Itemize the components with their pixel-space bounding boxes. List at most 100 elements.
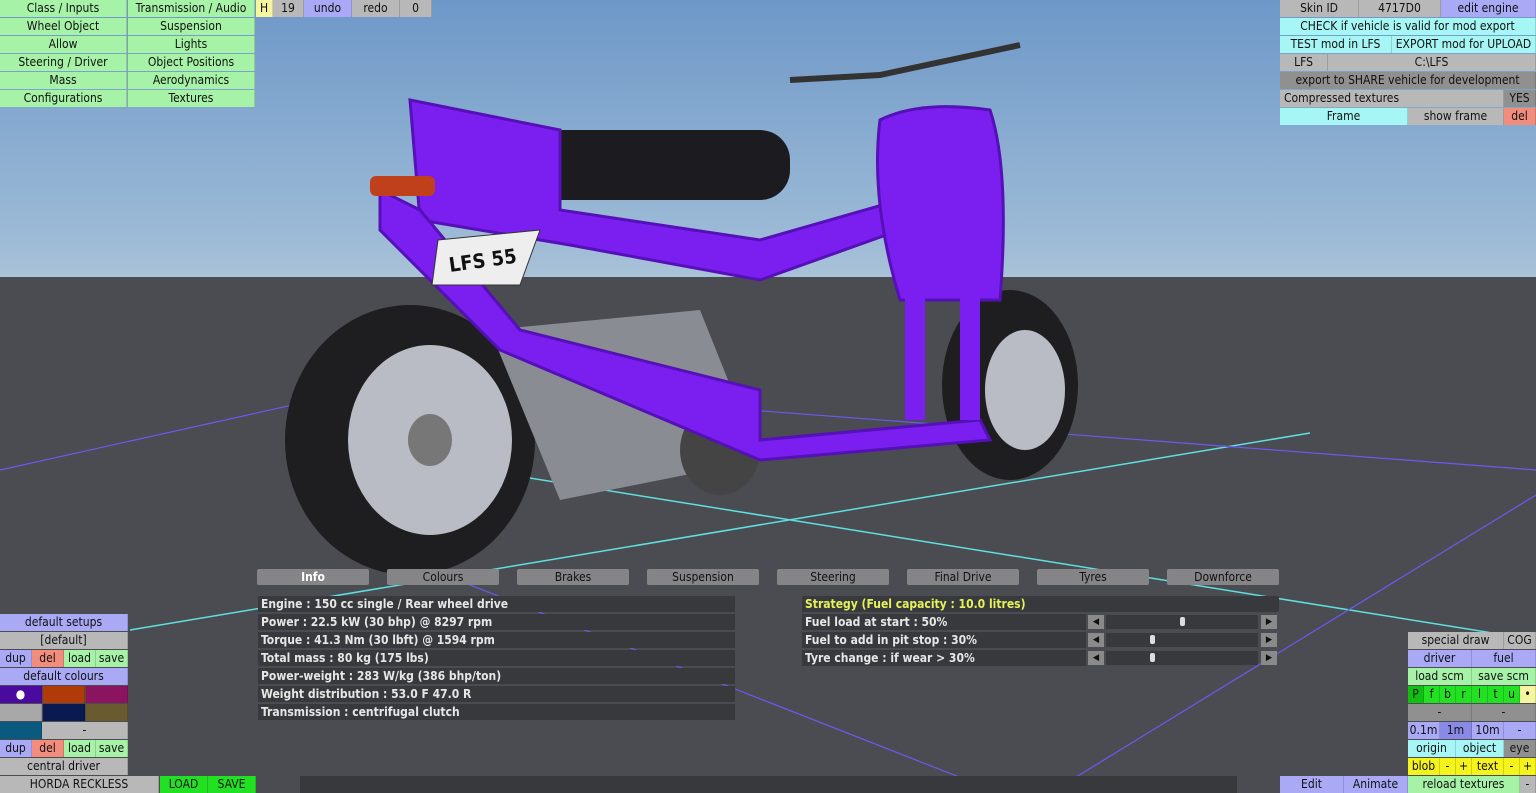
menu-item[interactable]: Configurations xyxy=(0,90,127,107)
origin-button[interactable]: origin xyxy=(1408,740,1456,757)
tab-colours[interactable]: Colours xyxy=(387,569,499,585)
scale-button[interactable]: 10m xyxy=(1472,722,1504,739)
edit-button[interactable]: Edit xyxy=(1280,776,1344,793)
special-draw-button[interactable]: special draw xyxy=(1408,632,1504,649)
dash-right[interactable]: - xyxy=(1472,704,1536,721)
setup-name[interactable]: [default] xyxy=(0,632,128,649)
fuel-button[interactable]: fuel xyxy=(1472,650,1536,667)
text-plus-button[interactable]: + xyxy=(1520,758,1536,775)
del-setup-button[interactable]: del xyxy=(32,650,64,667)
slider-knob[interactable] xyxy=(1180,617,1185,626)
menu-item[interactable]: Suspension xyxy=(128,18,255,35)
colour-swatch[interactable] xyxy=(0,722,42,739)
toggle-0[interactable]: P xyxy=(1408,686,1424,703)
slider-left-arrow-icon[interactable]: ◀ xyxy=(1088,651,1104,665)
slider-right-arrow-icon[interactable]: ▶ xyxy=(1261,651,1277,665)
slider-right-arrow-icon[interactable]: ▶ xyxy=(1261,633,1277,647)
car-name-field[interactable]: HORDA RECKLESS xyxy=(0,776,159,793)
menu-item[interactable]: Aerodynamics xyxy=(128,72,255,89)
check-vehicle-button[interactable]: CHECK if vehicle is valid for mod export xyxy=(1280,18,1536,35)
toggle-3[interactable]: r xyxy=(1456,686,1472,703)
menu-item[interactable]: Lights xyxy=(128,36,255,53)
lfs-path-field[interactable]: C:\LFS xyxy=(1328,54,1536,71)
colour-swatch[interactable] xyxy=(0,704,42,721)
slider-track[interactable] xyxy=(1106,615,1258,629)
scale-button[interactable]: 0.1m xyxy=(1408,722,1440,739)
central-driver-button[interactable]: central driver xyxy=(0,758,128,775)
cog-button[interactable]: COG xyxy=(1504,632,1536,649)
text-minus-button[interactable]: - xyxy=(1504,758,1520,775)
blob-button[interactable]: blob xyxy=(1408,758,1440,775)
colour-swatch[interactable] xyxy=(86,704,128,721)
object-button[interactable]: object xyxy=(1456,740,1504,757)
colour-swatch[interactable]: ● xyxy=(0,686,42,703)
test-mod-button[interactable]: TEST mod in LFS xyxy=(1280,36,1392,53)
tab-info[interactable]: Info xyxy=(257,569,369,585)
colour-swatch[interactable] xyxy=(43,704,85,721)
tab-final-drive[interactable]: Final Drive xyxy=(907,569,1019,585)
animate-button[interactable]: Animate xyxy=(1344,776,1408,793)
menu-item[interactable]: Wheel Object xyxy=(0,18,127,35)
slider-left-arrow-icon[interactable]: ◀ xyxy=(1088,633,1104,647)
show-frame-button[interactable]: show frame xyxy=(1408,108,1504,125)
toggle-1[interactable]: f xyxy=(1424,686,1440,703)
eye-button[interactable]: eye xyxy=(1504,740,1536,757)
menu-item[interactable]: Steering / Driver xyxy=(0,54,127,71)
toggle-2[interactable]: b xyxy=(1440,686,1456,703)
slider-track[interactable] xyxy=(1106,633,1258,647)
slider-knob[interactable] xyxy=(1149,635,1155,644)
save-scm-button[interactable]: save scm xyxy=(1472,668,1536,685)
colour-swatch[interactable] xyxy=(43,686,85,703)
export-mod-button[interactable]: EXPORT mod for UPLOAD xyxy=(1392,36,1536,53)
edit-engine-button[interactable]: edit engine xyxy=(1441,0,1536,17)
colour-swatch[interactable] xyxy=(86,686,128,703)
toggle-4[interactable]: l xyxy=(1472,686,1488,703)
delete-frame-button[interactable]: del xyxy=(1504,108,1536,125)
menu-item[interactable]: Object Positions xyxy=(128,54,255,71)
tab-tyres[interactable]: Tyres xyxy=(1037,569,1149,585)
load-car-button[interactable]: LOAD xyxy=(160,776,208,793)
load-setup-button[interactable]: load xyxy=(64,650,96,667)
tab-steering[interactable]: Steering xyxy=(777,569,889,585)
default-setups-button[interactable]: default setups xyxy=(0,614,128,631)
slider-left-arrow-icon[interactable]: ◀ xyxy=(1088,615,1104,629)
tab-brakes[interactable]: Brakes xyxy=(517,569,629,585)
frame-button[interactable]: Frame xyxy=(1280,108,1408,125)
menu-item[interactable]: Textures xyxy=(128,90,255,107)
menu-item[interactable]: Mass xyxy=(0,72,127,89)
toggle-5[interactable]: t xyxy=(1488,686,1504,703)
swatch-empty[interactable]: - xyxy=(42,722,128,739)
h-button[interactable]: H xyxy=(256,0,273,17)
reload-dash-button[interactable]: - xyxy=(1520,776,1536,793)
load-scm-button[interactable]: load scm xyxy=(1408,668,1472,685)
dup-setup-button[interactable]: dup xyxy=(0,650,32,667)
reload-textures-button[interactable]: reload textures xyxy=(1408,776,1520,793)
slider-knob[interactable] xyxy=(1149,653,1155,662)
export-share-button[interactable]: export to SHARE vehicle for development xyxy=(1280,72,1536,89)
save-colours-button[interactable]: save xyxy=(96,740,128,757)
compressed-textures-toggle[interactable]: YES xyxy=(1504,90,1536,107)
load-colours-button[interactable]: load xyxy=(64,740,96,757)
save-car-button[interactable]: SAVE xyxy=(208,776,256,793)
slider-track[interactable] xyxy=(1106,651,1258,665)
redo-button[interactable]: redo xyxy=(352,0,400,17)
scale-button[interactable]: 1m xyxy=(1440,722,1472,739)
skin-id-value[interactable]: 4717D0 xyxy=(1359,0,1441,17)
menu-item[interactable]: Transmission / Audio xyxy=(128,0,255,17)
tab-downforce[interactable]: Downforce xyxy=(1167,569,1279,585)
tab-suspension[interactable]: Suspension xyxy=(647,569,759,585)
toggle-6[interactable]: u xyxy=(1504,686,1520,703)
dash-left[interactable]: - xyxy=(1408,704,1472,721)
driver-button[interactable]: driver xyxy=(1408,650,1472,667)
menu-item[interactable]: Class / Inputs xyxy=(0,0,127,17)
default-colours-button[interactable]: default colours xyxy=(0,668,128,685)
menu-item[interactable]: Allow xyxy=(0,36,127,53)
toggle-7[interactable]: • xyxy=(1520,686,1536,703)
blob-plus-button[interactable]: + xyxy=(1456,758,1472,775)
blob-minus-button[interactable]: - xyxy=(1440,758,1456,775)
slider-right-arrow-icon[interactable]: ▶ xyxy=(1261,615,1277,629)
text-button[interactable]: text xyxy=(1472,758,1504,775)
save-setup-button[interactable]: save xyxy=(96,650,128,667)
dup-colours-button[interactable]: dup xyxy=(0,740,32,757)
undo-button[interactable]: undo xyxy=(304,0,352,17)
